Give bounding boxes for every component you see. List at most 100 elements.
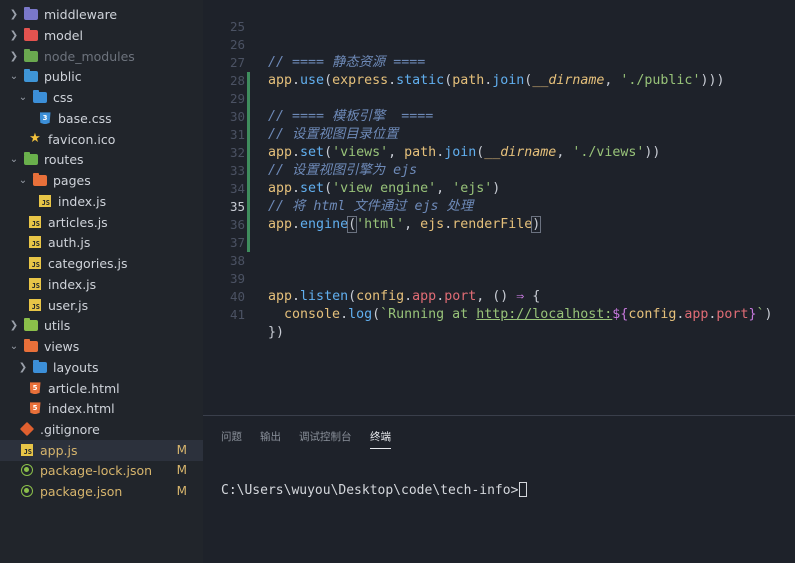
- tree-label: utils: [44, 317, 71, 333]
- code-token: config: [628, 307, 677, 322]
- tree-label: model: [44, 27, 83, 43]
- code-token: }): [268, 325, 285, 340]
- tree-label: .gitignore: [40, 421, 100, 437]
- html-file-icon: 5: [28, 382, 42, 395]
- explorer-sidebar: ❯ middleware ❯ model ❯ node_modules ⌄ pu…: [0, 0, 203, 563]
- html-file-icon: 5: [28, 402, 42, 415]
- code-line[interactable]: 34 // 将 html 文件通过 ejs 处理: [203, 162, 795, 214]
- tree-label: index.html: [48, 400, 115, 416]
- tree-label: index.js: [48, 276, 97, 292]
- tree-label: node_modules: [44, 48, 135, 64]
- code-line[interactable]: 37: [203, 216, 795, 250]
- code-line[interactable]: 33 app.set('view engine', 'ejs'): [203, 144, 795, 196]
- js-file-icon: JS: [28, 278, 42, 291]
- folder-open-icon: [33, 172, 47, 186]
- tree-file-article-html[interactable]: 5 article.html: [0, 378, 203, 399]
- code-string: `Running at: [380, 307, 477, 322]
- code-token: app: [684, 307, 709, 322]
- folder-icon: [33, 359, 47, 373]
- json-file-icon: [20, 464, 34, 477]
- chevron-down-icon: ⌄: [9, 340, 19, 352]
- tree-file-app-js[interactable]: JS app.js M: [0, 440, 203, 461]
- code-line[interactable]: 26 // ==== 静态资源 ====: [203, 18, 795, 70]
- js-file-icon: JS: [28, 299, 42, 312]
- js-file-icon: JS: [38, 195, 52, 208]
- tree-label: css: [53, 89, 73, 105]
- tree-file-auth-js[interactable]: JS auth.js: [0, 232, 203, 253]
- code-line[interactable]: 30 // 设置视图目录位置: [203, 90, 795, 142]
- tree-folder-routes[interactable]: ⌄ routes: [0, 149, 203, 170]
- code-line[interactable]: 32 // 设置视图引擎为 ejs: [203, 126, 795, 178]
- tree-file-index-html[interactable]: 5 index.html: [0, 398, 203, 419]
- tree-folder-model[interactable]: ❯ model: [0, 25, 203, 46]
- terminal-cursor: [519, 482, 528, 497]
- tab-problems[interactable]: 问题: [221, 429, 242, 449]
- tree-file-gitignore[interactable]: .gitignore: [0, 419, 203, 440]
- tree-label: layouts: [53, 359, 99, 375]
- tree-label: views: [44, 338, 80, 354]
- code-line[interactable]: 31 app.set('views', path.join(__dirname,…: [203, 108, 795, 160]
- terminal-prompt: C:\Users\wuyou\Desktop\code\tech-info>: [221, 483, 519, 498]
- tree-folder-css[interactable]: ⌄ css: [0, 87, 203, 108]
- folder-icon: [24, 6, 38, 20]
- tree-file-base-css[interactable]: 3 base.css: [0, 108, 203, 129]
- tree-folder-node-modules[interactable]: ❯ node_modules: [0, 46, 203, 67]
- tree-file-package-json[interactable]: package.json M: [0, 481, 203, 502]
- chevron-right-icon: ❯: [9, 29, 19, 41]
- chevron-right-icon: ❯: [9, 50, 19, 62]
- js-file-icon: JS: [28, 216, 42, 229]
- folder-icon: [24, 27, 38, 41]
- code-line[interactable]: 27 app.use(express.static(path.join(__di…: [203, 36, 795, 88]
- tree-folder-public[interactable]: ⌄ public: [0, 66, 203, 87]
- tree-label: app.js: [40, 442, 78, 458]
- code-line[interactable]: 29 // ==== 模板引擎 ====: [203, 72, 795, 124]
- tree-label: article.html: [48, 380, 120, 396]
- tree-label: categories.js: [48, 255, 128, 271]
- tree-file-routes-index-js[interactable]: JS index.js: [0, 274, 203, 295]
- chevron-down-icon: ⌄: [9, 153, 19, 165]
- tree-file-articles-js[interactable]: JS articles.js: [0, 212, 203, 233]
- tree-file-user-js[interactable]: JS user.js: [0, 295, 203, 316]
- tab-terminal[interactable]: 终端: [370, 429, 391, 449]
- tree-folder-middleware[interactable]: ❯ middleware: [0, 4, 203, 25]
- code-link[interactable]: http://localhost:: [476, 307, 612, 322]
- tree-folder-utils[interactable]: ❯ utils: [0, 315, 203, 336]
- bottom-panel: 问题 输出 调试控制台 终端 C:\Users\wuyou\Desktop\co…: [203, 415, 795, 563]
- code-line[interactable]: 28: [203, 54, 795, 88]
- folder-icon: [24, 317, 38, 331]
- tree-file-package-lock-json[interactable]: package-lock.json M: [0, 460, 203, 481]
- tree-folder-layouts[interactable]: ❯ layouts: [0, 357, 203, 378]
- tree-label: base.css: [58, 110, 112, 126]
- code-line[interactable]: 25: [203, 0, 795, 34]
- code-token: console: [284, 307, 341, 322]
- tab-debug-console[interactable]: 调试控制台: [299, 429, 352, 449]
- modified-badge: M: [176, 443, 187, 458]
- code-editor[interactable]: 25 26 // ==== 静态资源 ==== 27 app.use(expre…: [203, 0, 795, 415]
- chevron-down-icon: ⌄: [18, 174, 28, 186]
- folder-open-icon: [33, 89, 47, 103]
- tree-file-categories-js[interactable]: JS categories.js: [0, 253, 203, 274]
- folder-open-icon: [24, 68, 38, 82]
- tree-folder-views[interactable]: ⌄ views: [0, 336, 203, 357]
- json-file-icon: [20, 485, 34, 498]
- code-line[interactable]: 40 console.log(`Running at http://localh…: [203, 270, 795, 322]
- tree-file-pages-index-js[interactable]: JS index.js: [0, 191, 203, 212]
- tree-folder-pages[interactable]: ⌄ pages: [0, 170, 203, 191]
- tree-label: auth.js: [48, 234, 91, 250]
- css-file-icon: 3: [38, 112, 52, 125]
- code-line[interactable]: 39 app.listen(config.app.port, () ⇒ {: [203, 252, 795, 304]
- tab-output[interactable]: 输出: [260, 429, 281, 449]
- code-line[interactable]: 36: [203, 198, 795, 232]
- star-icon: ★: [29, 131, 41, 147]
- terminal[interactable]: C:\Users\wuyou\Desktop\code\tech-info>: [221, 482, 528, 498]
- code-line[interactable]: 41 }): [203, 288, 795, 340]
- js-file-icon: JS: [28, 236, 42, 249]
- js-file-icon: JS: [28, 257, 42, 270]
- tree-label: public: [44, 68, 82, 84]
- code-token: ${: [612, 307, 629, 322]
- tree-file-favicon[interactable]: ★ favicon.ico: [0, 129, 203, 150]
- code-line-active[interactable]: 35 app.engine('html', ejs.renderFile): [203, 180, 795, 233]
- tree-label: favicon.ico: [48, 131, 116, 147]
- modified-badge: M: [176, 463, 187, 478]
- code-line[interactable]: 38: [203, 234, 795, 268]
